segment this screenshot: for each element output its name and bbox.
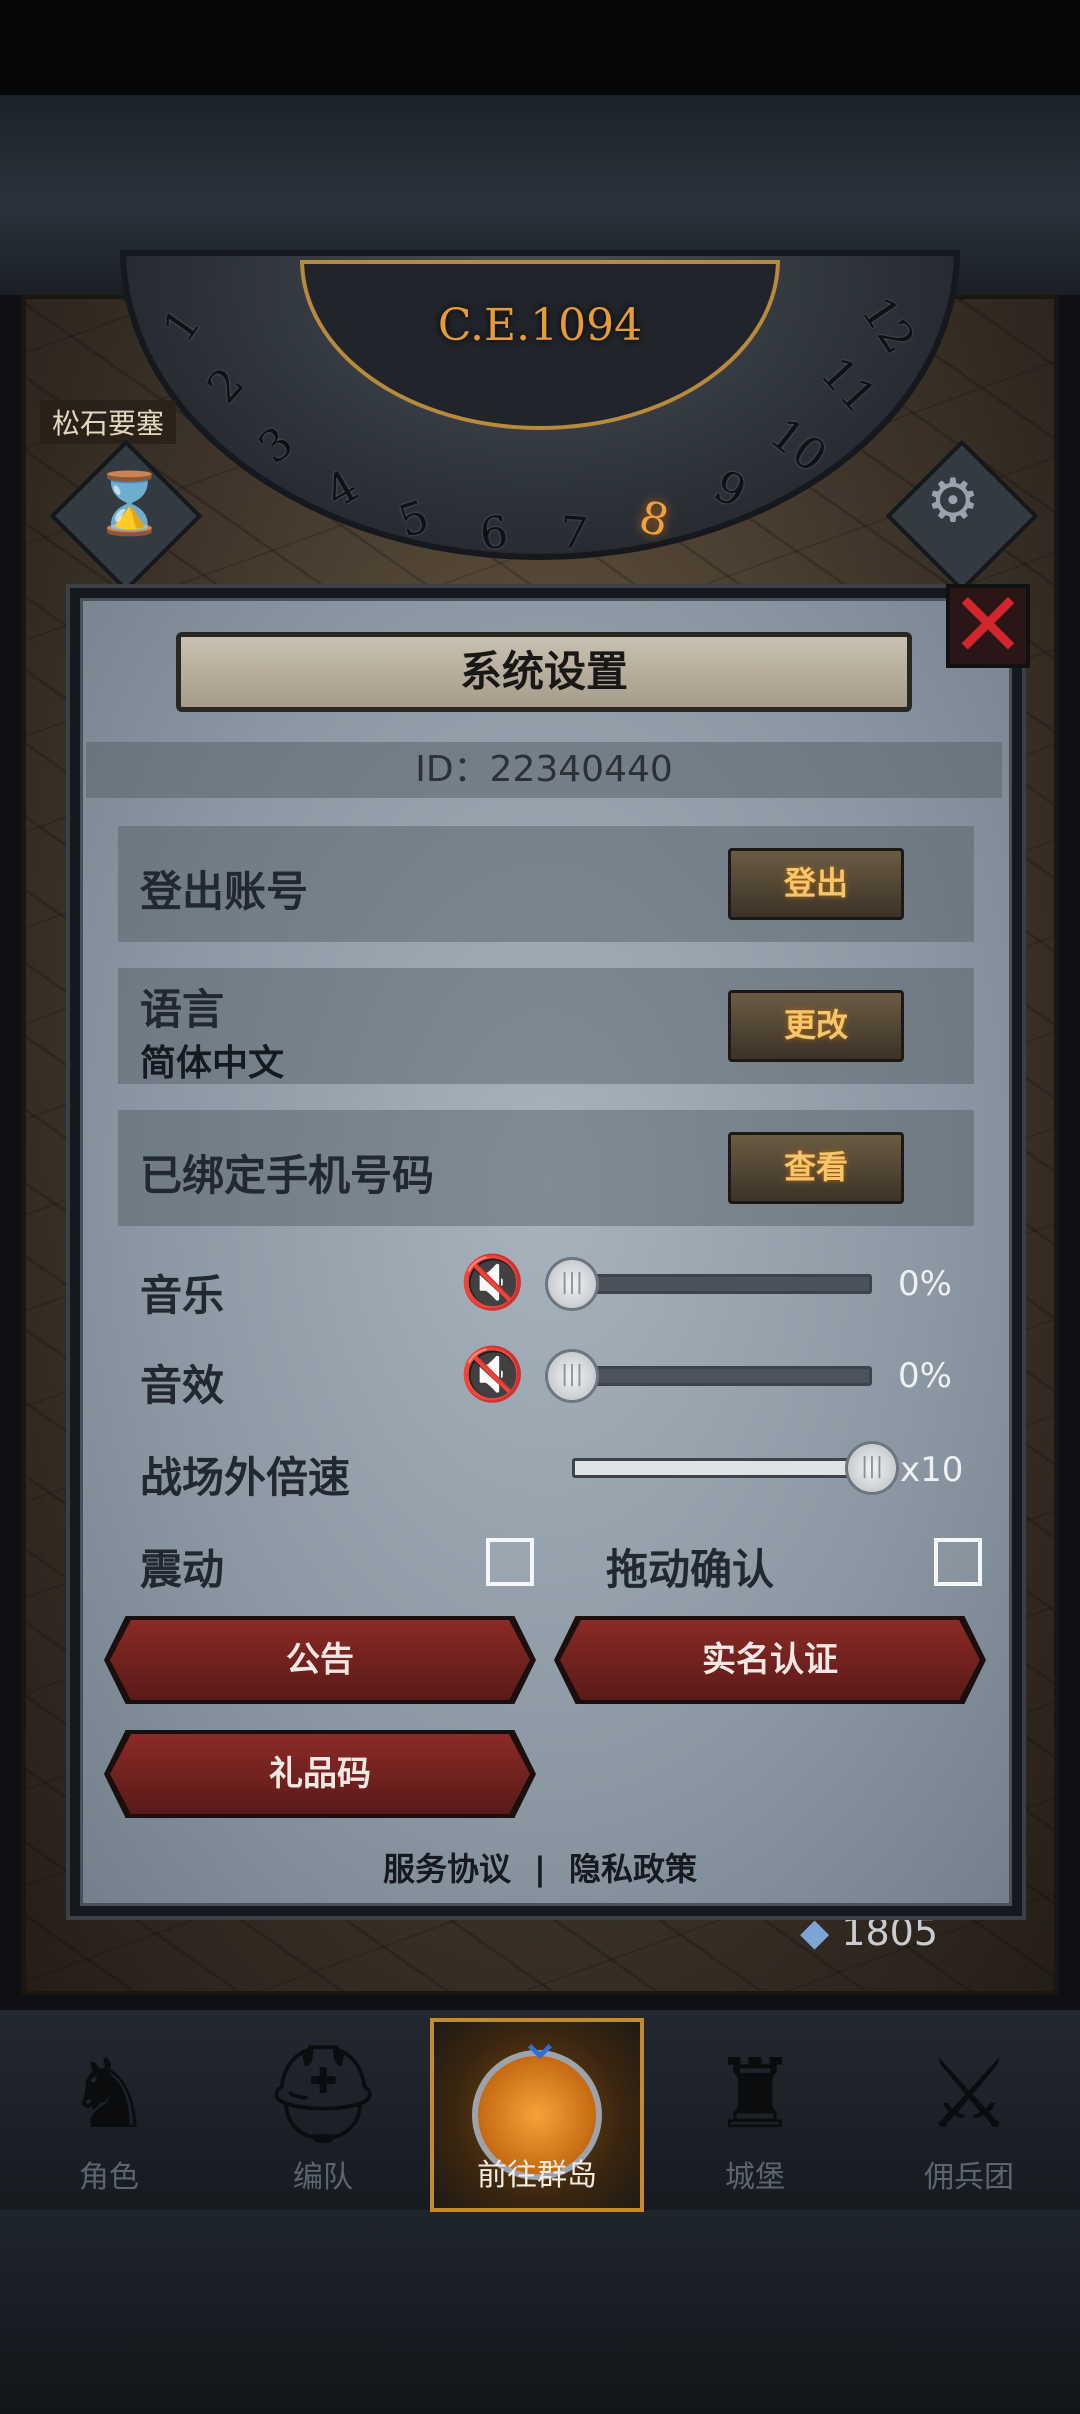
currency-counter: ◆ 1805: [800, 1910, 938, 1954]
nav-item-formation[interactable]: ⛑ 编队: [218, 2020, 428, 2210]
nav-item-mercenary[interactable]: ⚔ 佣兵团: [864, 2020, 1074, 2210]
dial-number: 6: [477, 506, 511, 561]
dial-number: 7: [558, 507, 590, 560]
gear-icon: ⚙: [926, 466, 980, 536]
mute-icon[interactable]: 🔇: [460, 1252, 525, 1313]
speed-label: 战场外倍速: [140, 1453, 351, 1502]
nav-item-character[interactable]: ♞ 角色: [4, 2020, 214, 2210]
logout-label: 登出账号: [140, 867, 309, 916]
close-icon: ✕: [950, 573, 1026, 678]
close-button[interactable]: ✕: [946, 581, 1030, 671]
castle-icon: ♜: [711, 2038, 799, 2150]
helmet-icon: ⛑: [262, 2038, 384, 2150]
hourglass-icon: ⌛: [92, 469, 167, 539]
logout-button[interactable]: 登出: [728, 848, 904, 920]
nav-item-islands-label-wrap: 前往群岛: [432, 2150, 642, 2200]
phone-label: 已绑定手机号码: [140, 1151, 435, 1200]
top-status-band: [0, 0, 1080, 95]
speed-slider-knob[interactable]: |||: [845, 1441, 899, 1495]
sfx-percent: 0%: [898, 1356, 952, 1396]
real-name-auth-button[interactable]: 实名认证: [560, 1620, 980, 1700]
chevron-down-icon: ⌄: [516, 2007, 564, 2072]
view-phone-button[interactable]: 查看: [728, 1132, 904, 1204]
nav-item-castle[interactable]: ♜ 城堡: [650, 2020, 860, 2210]
knight-icon: ♞: [65, 2038, 153, 2150]
era-label: C.E.1094: [437, 300, 643, 351]
music-percent: 0%: [898, 1264, 952, 1304]
vibration-checkbox[interactable]: [486, 1538, 534, 1586]
dialog-title: 系统设置: [176, 632, 912, 712]
privacy-policy-link[interactable]: 隐私政策: [563, 1850, 703, 1888]
nav-label-active: 前往群岛: [477, 2158, 597, 2193]
nav-label: 城堡: [725, 2160, 785, 2195]
language-label: 语言: [140, 985, 225, 1034]
sfx-label: 音效: [140, 1361, 225, 1410]
bottom-fog-background: [0, 2210, 1080, 2414]
notice-button[interactable]: 公告: [110, 1620, 530, 1700]
music-label: 音乐: [140, 1271, 225, 1320]
nav-label: 佣兵团: [924, 2160, 1014, 2195]
gem-icon: ◆: [800, 1910, 830, 1954]
speed-value: x10: [900, 1450, 964, 1490]
music-slider-track[interactable]: [572, 1274, 872, 1294]
gift-code-button[interactable]: 礼品码: [110, 1734, 530, 1814]
service-agreement-link[interactable]: 服务协议: [377, 1850, 517, 1888]
music-slider-knob[interactable]: |||: [545, 1257, 599, 1311]
language-value: 简体中文: [140, 1043, 285, 1084]
speed-slider-track[interactable]: [572, 1458, 872, 1478]
vibration-label: 震动: [140, 1545, 225, 1594]
nav-label: 编队: [293, 2160, 353, 2195]
sfx-slider-knob[interactable]: |||: [545, 1349, 599, 1403]
footer-separator: |: [534, 1850, 546, 1888]
mute-icon[interactable]: 🔇: [460, 1344, 525, 1405]
footer-links: 服务协议 | 隐私政策: [0, 1844, 1080, 1890]
change-language-button[interactable]: 更改: [728, 990, 904, 1062]
location-label: 松石要塞: [40, 400, 177, 444]
sfx-slider-track[interactable]: [572, 1366, 872, 1386]
drag-confirm-label: 拖动确认: [606, 1545, 775, 1594]
nav-label: 角色: [79, 2160, 139, 2195]
currency-value: 1805: [841, 1910, 939, 1954]
player-id: ID：22340440: [86, 742, 1002, 798]
mercenary-icon: ⚔: [925, 2038, 1013, 2150]
drag-confirm-checkbox[interactable]: [934, 1538, 982, 1586]
